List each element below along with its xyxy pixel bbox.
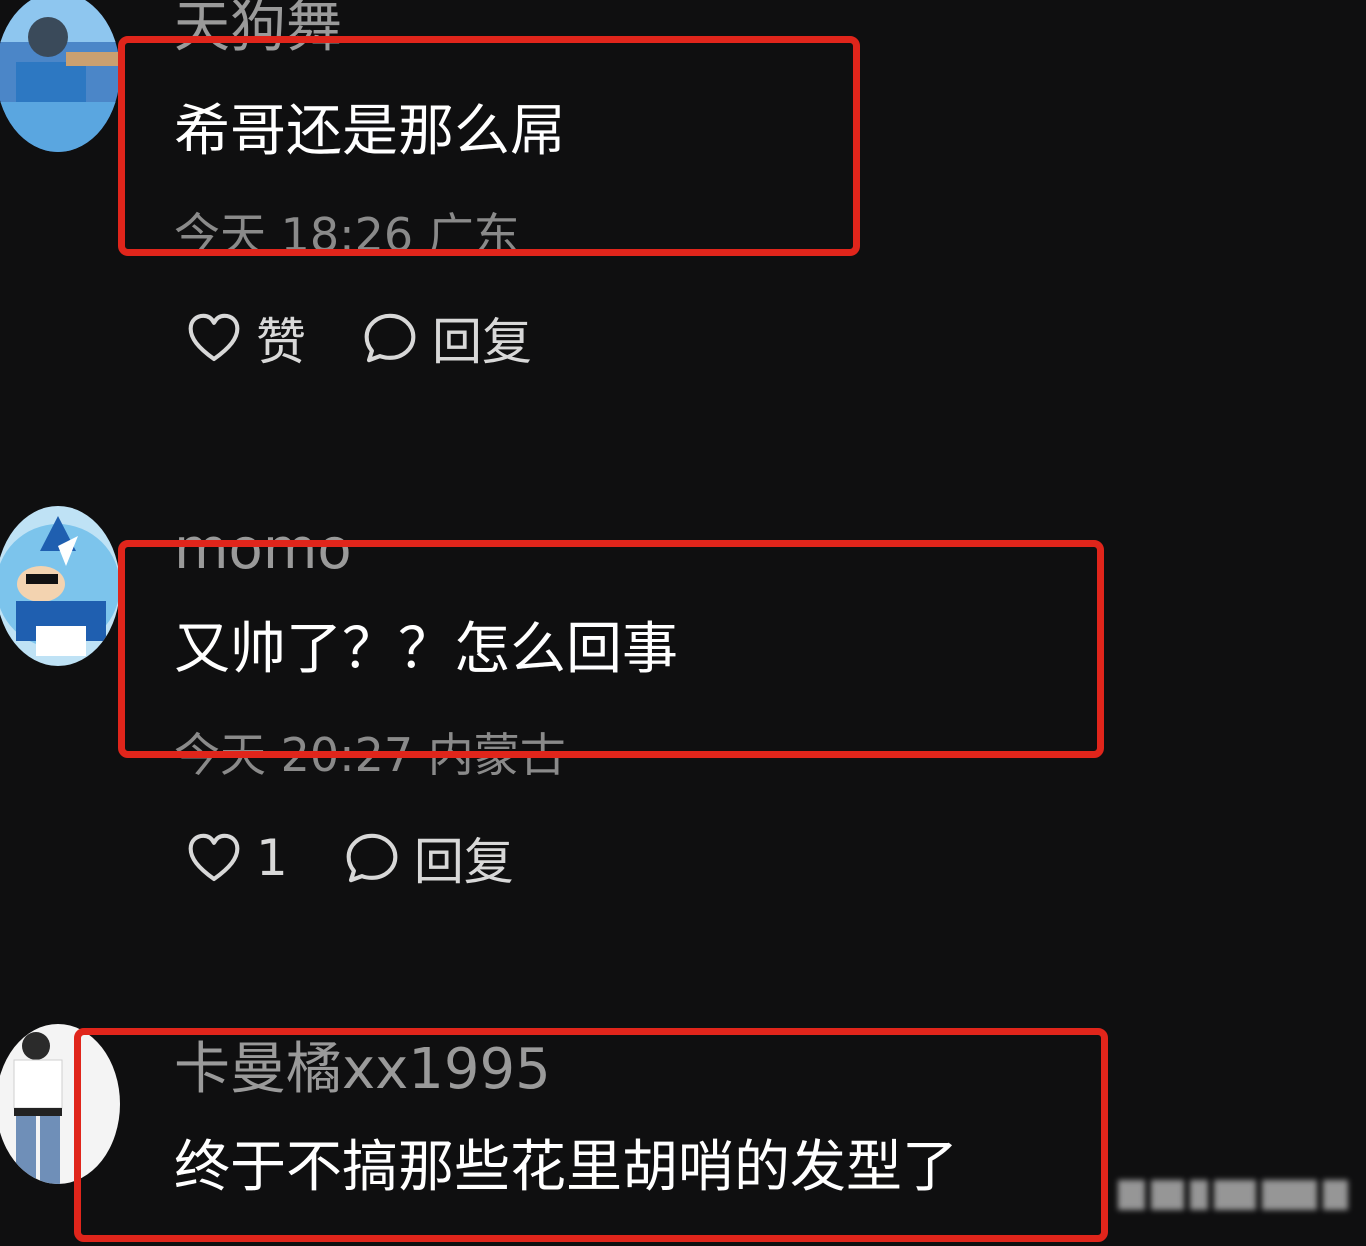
comment-text: 希哥还是那么屌 [174, 99, 566, 164]
comment-meta: 今天 20:27 内蒙古 [174, 728, 566, 782]
reply-label: 回复 [413, 833, 514, 891]
comment-item: momo 又帅了？？怎么回事 今天 20:27 内蒙古 1 回复 [0, 500, 1366, 940]
avatar-image [0, 506, 120, 666]
like-count: 赞 [256, 313, 306, 371]
comment-actions: 1 回复 [186, 828, 514, 891]
comment-bubble-icon [364, 313, 416, 363]
comment-text: 终于不搞那些花里胡哨的发型了 [174, 1135, 958, 1200]
user-avatar[interactable] [0, 1024, 120, 1184]
comment-bubble-icon [346, 833, 398, 883]
heart-icon [188, 833, 240, 882]
like-button[interactable]: 赞 [186, 302, 306, 374]
user-avatar[interactable] [0, 506, 120, 666]
comment-item: 天狗舞 希哥还是那么屌 今天 18:26 广东 赞 回复 [0, 0, 1366, 440]
comment-text: 又帅了？？怎么回事 [174, 617, 678, 682]
comment-username[interactable]: 卡曼橘xx1995 [174, 1042, 551, 1098]
heart-icon [188, 313, 240, 362]
comment-meta: 今天 18:26 广东 [174, 208, 520, 262]
avatar-image [0, 0, 120, 152]
reply-label: 回复 [432, 313, 532, 371]
like-button[interactable]: 1 [186, 829, 288, 887]
comment-username[interactable]: momo [174, 522, 352, 578]
watermark [1118, 1172, 1349, 1218]
comment-username[interactable]: 天狗舞 [174, 0, 342, 56]
reply-button[interactable]: 回复 [362, 302, 532, 374]
avatar-image [0, 1024, 120, 1184]
reply-button[interactable]: 回复 [344, 822, 514, 894]
comment-actions: 赞 回复 [186, 308, 532, 371]
like-count: 1 [256, 829, 288, 887]
user-avatar[interactable] [0, 0, 120, 152]
